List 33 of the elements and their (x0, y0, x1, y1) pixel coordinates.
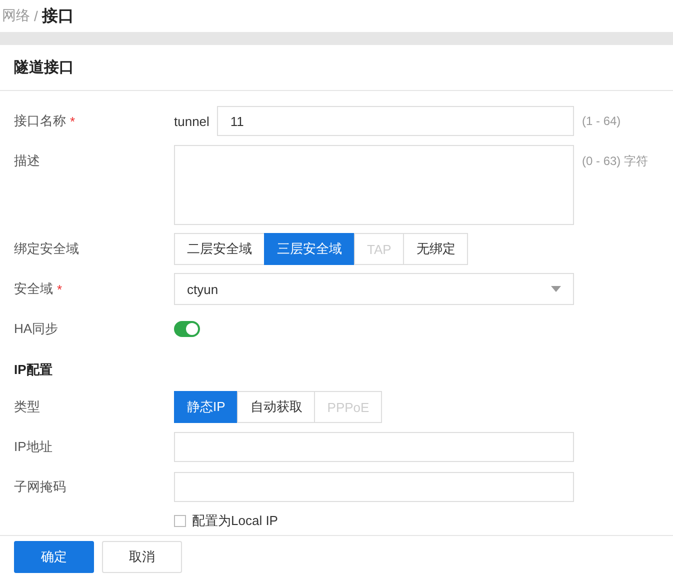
dropdown-caret-icon (551, 286, 561, 292)
input-field[interactable] (174, 432, 574, 462)
checkbox[interactable] (174, 515, 186, 527)
panel-title: 隧道接口 (14, 58, 74, 77)
page-title: 接口 (42, 6, 74, 26)
checkbox-label: 配置为Local IP (192, 512, 278, 530)
segment-option[interactable]: 自动获取 (237, 391, 316, 423)
section-heading: IP配置 (14, 361, 54, 379)
toggle-switch[interactable] (174, 321, 200, 337)
required-mark: * (70, 114, 76, 128)
select-field[interactable]: ctyun (174, 273, 574, 305)
text-area[interactable] (174, 145, 574, 225)
breadcrumb-separator: / (34, 8, 38, 24)
input-field[interactable]: 11 (217, 106, 574, 136)
field-label: 类型 (14, 398, 40, 416)
field-label: 子网掩码 (14, 478, 66, 496)
confirm-button[interactable]: 确定 (14, 540, 94, 572)
cancel-button[interactable]: 取消 (102, 540, 182, 572)
segment-option[interactable]: 三层安全域 (264, 233, 355, 265)
segment-option[interactable]: 静态IP (174, 391, 238, 423)
field-label: HA同步 (14, 320, 58, 338)
input-field[interactable] (174, 472, 574, 502)
segment-option[interactable]: 无绑定 (403, 233, 468, 265)
field-label: IP地址 (14, 438, 52, 456)
field-label: 绑定安全域 (14, 240, 79, 258)
field-label: 安全域 (14, 280, 53, 298)
field-label: 接口名称 (14, 112, 66, 130)
required-mark: * (57, 282, 62, 296)
field-prefix: tunnel (174, 114, 210, 128)
segment-option[interactable]: 二层安全域 (174, 233, 265, 265)
field-label: 描述 (14, 152, 40, 170)
field-hint: (0 - 63) 字符 (582, 153, 648, 170)
field-hint: (1 - 64) (582, 113, 621, 130)
